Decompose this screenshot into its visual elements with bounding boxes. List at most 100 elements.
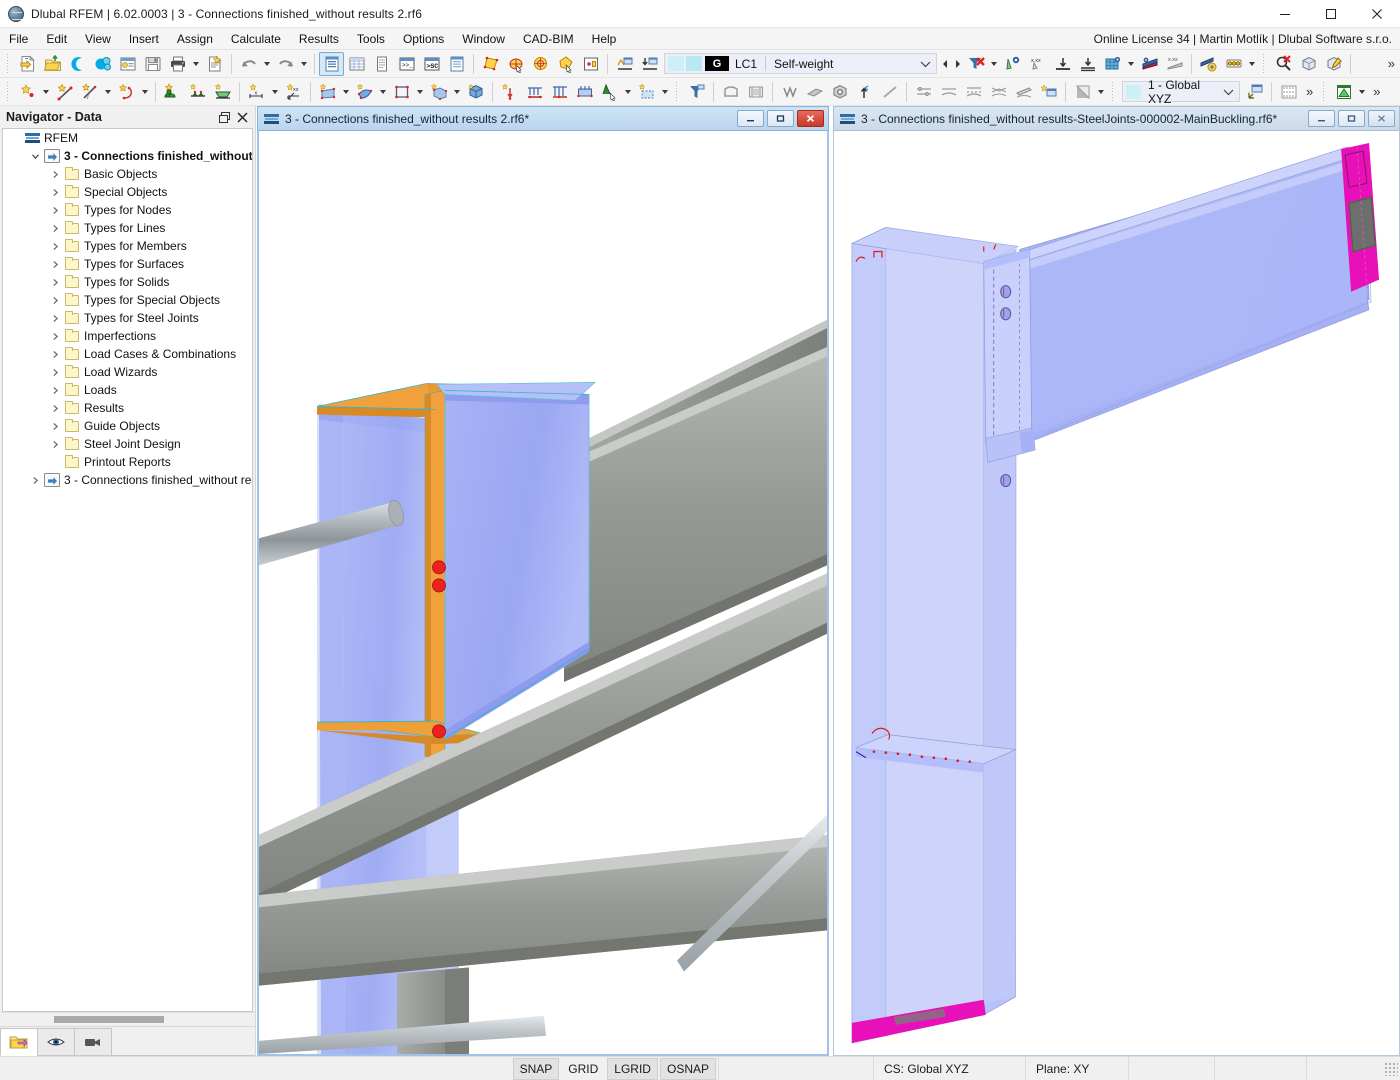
mdi-restore-button-left[interactable] <box>767 110 794 127</box>
new-line-load-icon[interactable] <box>547 80 572 104</box>
open-model-icon[interactable] <box>40 52 65 76</box>
toolbar2-grip-4[interactable] <box>1321 82 1328 102</box>
tree-item-imperfections[interactable]: Imperfections <box>3 327 252 345</box>
new-nodal-load-icon[interactable] <box>497 80 522 104</box>
new-support-icon[interactable] <box>160 80 185 104</box>
display-navigator-tab[interactable] <box>37 1028 75 1056</box>
bim-cloud-icon[interactable] <box>90 52 115 76</box>
tree-twisty-collapsed-icon[interactable] <box>47 327 63 345</box>
new-solid-icon[interactable] <box>426 80 451 104</box>
tree-item-guide-objects[interactable]: Guide Objects <box>3 417 252 435</box>
tree-item-steel-joint-design[interactable]: Steel Joint Design <box>3 435 252 453</box>
result-diagram-surface-icon[interactable] <box>1137 52 1162 76</box>
result-section-icon[interactable]: x.xx <box>1162 52 1187 76</box>
view-cube-icon[interactable] <box>1296 52 1321 76</box>
view-frame-icon[interactable] <box>718 80 743 104</box>
opening-dropdown-arrow[interactable] <box>414 80 426 104</box>
select-special-icon[interactable] <box>578 52 603 76</box>
undock-icon[interactable] <box>215 108 233 126</box>
navigator-tree[interactable]: RFEM3 - Connections finished_without res… <box>2 128 253 1012</box>
menu-window[interactable]: Window <box>453 29 514 49</box>
result-diagram-down-icon[interactable] <box>1050 52 1075 76</box>
new-solid-block-icon[interactable] <box>463 80 488 104</box>
tree-twisty-collapsed-icon[interactable] <box>47 273 63 291</box>
menu-options[interactable]: Options <box>394 29 453 49</box>
tree-twisty-collapsed-icon[interactable] <box>47 381 63 399</box>
menu-help[interactable]: Help <box>583 29 626 49</box>
status-toggle-snap[interactable]: SNAP <box>513 1058 560 1080</box>
tree-item-types-for-nodes[interactable]: Types for Nodes <box>3 201 252 219</box>
navigator-horizontal-scrollbar[interactable] <box>0 1012 255 1026</box>
tree-item-basic-objects[interactable]: Basic Objects <box>3 165 252 183</box>
edit-view-icon[interactable] <box>1321 52 1346 76</box>
new-model-icon[interactable] <box>15 52 40 76</box>
viewport-model-3d[interactable] <box>257 130 829 1056</box>
zoom-reset-icon[interactable] <box>1271 52 1296 76</box>
cloud-sync-icon[interactable] <box>65 52 90 76</box>
tree-item-printout-reports[interactable]: Printout Reports <box>3 453 252 471</box>
minimize-button[interactable] <box>1262 0 1308 28</box>
tree-item-types-for-lines[interactable]: Types for Lines <box>3 219 252 237</box>
new-quadrangle-surface-icon[interactable] <box>352 80 377 104</box>
mdi-title-bar-right[interactable]: 3 - Connections finished_without results… <box>833 106 1400 130</box>
new-surface-icon[interactable] <box>315 80 340 104</box>
legend-dropdown-arrow[interactable] <box>1246 52 1258 76</box>
report-panel-icon[interactable] <box>444 52 469 76</box>
tree-twisty-collapsed-icon[interactable] <box>47 399 63 417</box>
surface-results-icon[interactable] <box>802 80 827 104</box>
model-info-icon[interactable] <box>115 52 140 76</box>
edit-coordinate-system-icon[interactable] <box>1242 80 1267 104</box>
new-surface-support-icon[interactable] <box>210 80 235 104</box>
result-grid-dropdown-arrow[interactable] <box>1125 52 1137 76</box>
snap-settings-icon[interactable] <box>1276 80 1301 104</box>
mdi-close-button-left[interactable] <box>797 110 824 127</box>
hide-selected-objects-icon[interactable] <box>637 52 662 76</box>
select-circle-icon[interactable] <box>528 52 553 76</box>
script-sc-icon[interactable]: >SC <box>419 52 444 76</box>
new-free-load-icon[interactable] <box>634 80 659 104</box>
menu-insert[interactable]: Insert <box>120 29 168 49</box>
tree-twisty-collapsed-icon[interactable] <box>47 363 63 381</box>
tree-twisty-collapsed-icon[interactable] <box>47 219 63 237</box>
tree-item-results[interactable]: Results <box>3 399 252 417</box>
deformation-icon[interactable] <box>777 80 802 104</box>
quad-surface-dropdown-arrow[interactable] <box>377 80 389 104</box>
next-load-case-icon[interactable] <box>951 52 963 76</box>
free-load-dropdown-arrow[interactable] <box>659 80 671 104</box>
toolbar-grip[interactable] <box>5 54 12 74</box>
result-envelope-icon[interactable] <box>986 80 1011 104</box>
save-icon[interactable] <box>140 52 165 76</box>
tree-twisty-collapsed-icon[interactable] <box>47 309 63 327</box>
menu-results[interactable]: Results <box>290 29 348 49</box>
data-navigator-tab[interactable] <box>0 1028 38 1056</box>
tree-twisty-collapsed-icon[interactable] <box>47 291 63 309</box>
tree-twisty-collapsed-icon[interactable] <box>47 165 63 183</box>
result-plane-icon[interactable] <box>1011 80 1036 104</box>
member-results-icon[interactable] <box>877 80 902 104</box>
chevron-down-icon-2[interactable] <box>1220 88 1237 96</box>
view-film-icon[interactable] <box>743 80 768 104</box>
menu-assign[interactable]: Assign <box>168 29 222 49</box>
tree-twisty-collapsed-icon[interactable] <box>27 471 43 489</box>
status-toggle-lgrid[interactable]: LGRID <box>607 1058 658 1080</box>
surface-dropdown-arrow[interactable] <box>340 80 352 104</box>
menu-file[interactable]: File <box>0 29 37 49</box>
menu-edit[interactable]: Edit <box>37 29 76 49</box>
edit-selected-icon[interactable] <box>597 80 622 104</box>
redo-icon[interactable] <box>273 52 298 76</box>
menu-calculate[interactable]: Calculate <box>222 29 290 49</box>
undo-icon[interactable] <box>236 52 261 76</box>
result-legend-icon[interactable] <box>1221 52 1246 76</box>
select-surface-icon[interactable] <box>478 52 503 76</box>
result-diagram-bottom-icon[interactable] <box>1075 52 1100 76</box>
new-arc-dropdown-arrow[interactable] <box>139 80 151 104</box>
tree-item-special-objects[interactable]: Special Objects <box>3 183 252 201</box>
command-console-icon[interactable]: >>_ <box>394 52 419 76</box>
tree-twisty-collapsed-icon[interactable] <box>47 183 63 201</box>
undo-dropdown-arrow[interactable] <box>261 52 273 76</box>
status-cell-coordinate-system[interactable]: CS: Global XYZ <box>873 1057 1025 1080</box>
render-mode-dropdown-arrow[interactable] <box>1095 80 1107 104</box>
render-mode-icon[interactable] <box>1070 80 1095 104</box>
printout-report-icon[interactable] <box>202 52 227 76</box>
new-line-support-icon[interactable] <box>185 80 210 104</box>
